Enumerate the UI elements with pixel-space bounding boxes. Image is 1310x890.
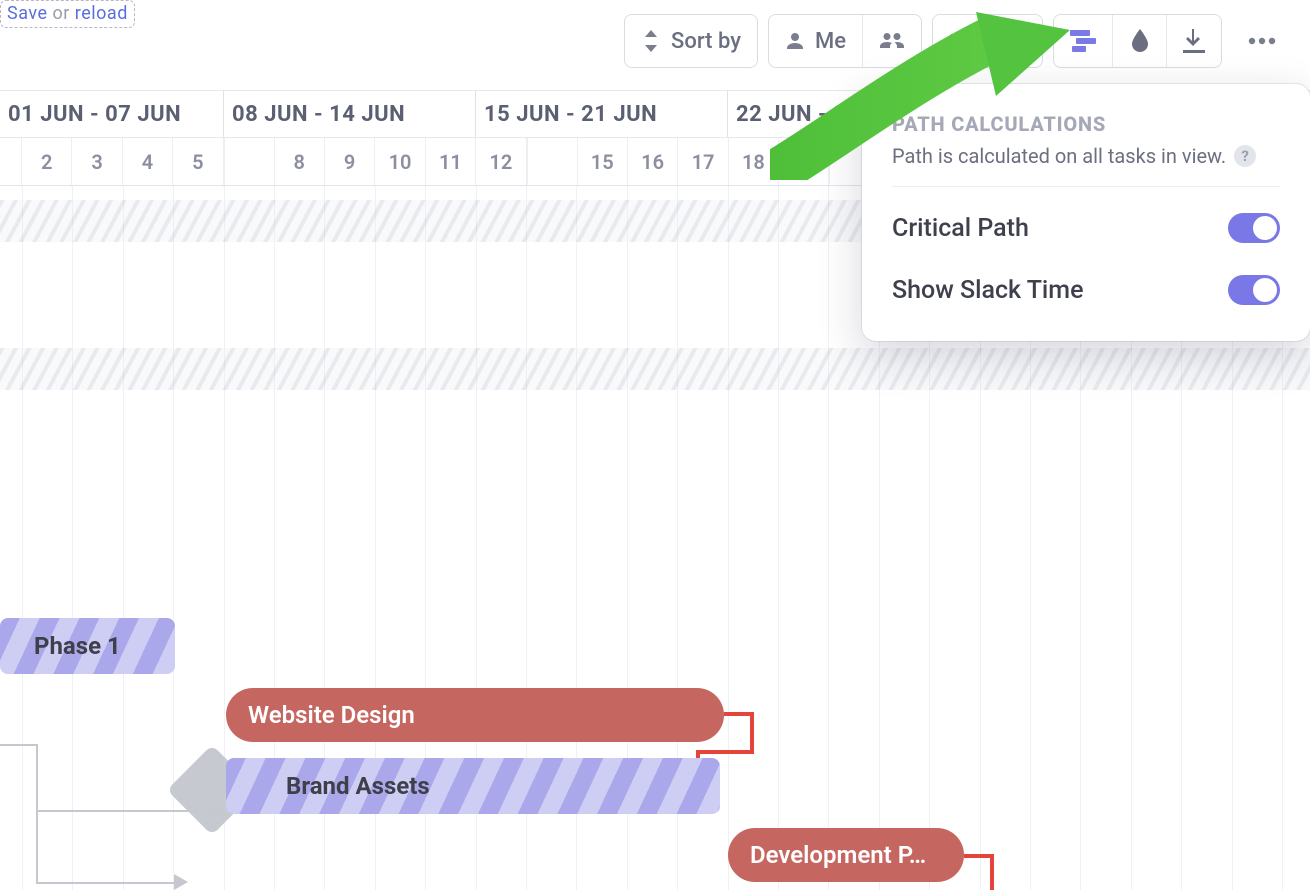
path-calc-popover: PATH CALCULATIONS Path is calculated on … [862, 84, 1310, 341]
team-filter-button[interactable] [862, 15, 921, 67]
task-bar-brand[interactable]: Brand Assets [226, 758, 720, 814]
day-cell: 12 [476, 138, 526, 185]
day-cell: 17 [678, 138, 728, 185]
task-label: Brand Assets [286, 772, 430, 800]
download-button[interactable] [1166, 15, 1221, 67]
path-calc-button[interactable] [1054, 15, 1112, 67]
day-cell: 9 [325, 138, 375, 185]
task-bar-dev[interactable]: Development P… [728, 828, 964, 882]
task-bar-phase1[interactable]: Phase 1 [0, 618, 175, 674]
day-cell: 2 [22, 138, 72, 185]
expand-button[interactable] [987, 15, 1042, 67]
droplet-icon [1130, 29, 1150, 53]
toggle-label: Critical Path [892, 214, 1029, 243]
download-icon [1183, 29, 1205, 53]
task-label: Phase 1 [34, 632, 121, 660]
day-cell: 4 [123, 138, 173, 185]
toggle-critical-path: Critical Path [892, 197, 1280, 259]
day-cell: 5 [173, 138, 223, 185]
day-cell [528, 138, 578, 185]
sort-button[interactable]: Sort by [625, 15, 757, 67]
day-cell [225, 138, 275, 185]
day-cell: 11 [426, 138, 476, 185]
day-cell: 10 [375, 138, 425, 185]
day-cell: 3 [72, 138, 122, 185]
critical-line [750, 712, 754, 754]
person-icon [785, 31, 805, 51]
more-button[interactable] [1232, 15, 1292, 67]
autosave-hint: Save or reload [0, 0, 135, 28]
popover-title: PATH CALCULATIONS [892, 112, 1280, 136]
compress-icon [949, 30, 971, 52]
day-cell: 8 [275, 138, 325, 185]
day-cell: 18 [729, 138, 779, 185]
critical-path-switch[interactable] [1228, 213, 1280, 243]
me-label: Me [815, 29, 846, 54]
hint-save[interactable]: Save [7, 3, 48, 24]
sort-icon [641, 30, 661, 52]
people-icon [879, 31, 905, 51]
color-button[interactable] [1112, 15, 1166, 67]
week-header: 08 JUN - 14 JUN [224, 91, 476, 137]
toolbar: Sort by Me [624, 14, 1292, 68]
critical-line [990, 854, 994, 890]
day-cell: 16 [628, 138, 678, 185]
popover-subtitle: Path is calculated on all tasks in view. [892, 144, 1226, 168]
toggle-slack-time: Show Slack Time [892, 259, 1280, 321]
ellipsis-icon [1248, 37, 1276, 45]
help-icon[interactable]: ? [1234, 145, 1256, 167]
toggle-label: Show Slack Time [892, 276, 1083, 305]
day-cell: 15 [578, 138, 628, 185]
expand-icon [1004, 30, 1026, 52]
critical-line [696, 750, 754, 754]
day-cell [0, 138, 22, 185]
collapse-button[interactable] [933, 15, 987, 67]
sort-label: Sort by [671, 29, 741, 54]
task-bar-website[interactable]: Website Design [226, 688, 724, 742]
day-cell: 19 [779, 138, 829, 185]
gantt-path-icon [1070, 30, 1096, 52]
slack-time-switch[interactable] [1228, 275, 1280, 305]
week-header: 01 JUN - 07 JUN [0, 91, 224, 137]
me-filter-button[interactable]: Me [769, 15, 862, 67]
week-header: 15 JUN - 21 JUN [476, 91, 728, 137]
hint-reload[interactable]: reload [75, 3, 128, 24]
task-label: Development P… [750, 841, 926, 869]
locked-band [0, 348, 1310, 390]
task-label: Website Design [248, 701, 415, 729]
